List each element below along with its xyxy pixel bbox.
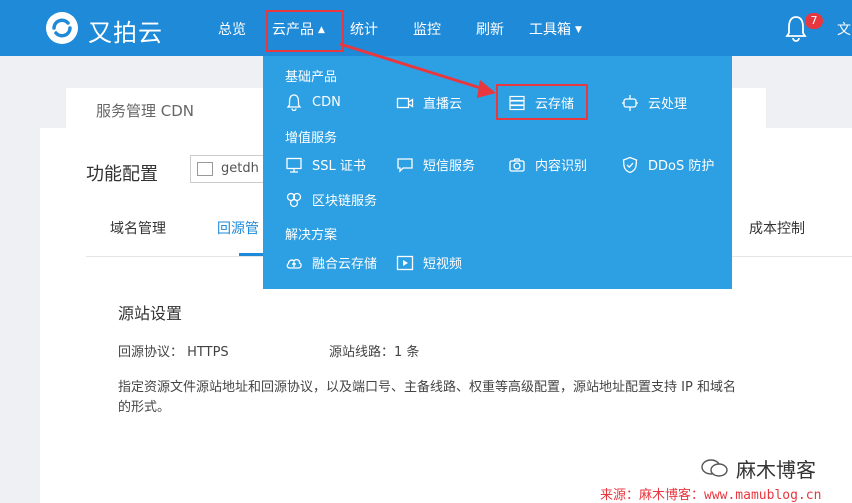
menu-item-label: 直播云 — [423, 97, 463, 112]
watermark-brand: 麻木博客 — [736, 458, 816, 482]
menu-item-cdn[interactable]: CDN — [285, 93, 341, 111]
nav-toolbox-label: 工具箱 — [529, 22, 571, 38]
upyun-logo-icon[interactable] — [44, 10, 80, 46]
protocol-label: 回源协议： — [118, 345, 184, 360]
menu-item-label: 云处理 — [648, 97, 688, 112]
route-value: 1 条 — [394, 345, 420, 360]
processing-icon — [622, 94, 638, 111]
protocol-row: 回源协议： HTTPS — [118, 341, 229, 360]
brand-name[interactable]: 又拍云 — [88, 13, 163, 48]
breadcrumb: 服务管理 CDN — [96, 102, 195, 120]
tab-origin-management[interactable]: 回源管 — [217, 218, 259, 238]
menu-item-short-video[interactable]: 短视频 — [396, 253, 462, 272]
group-title-basic: 基础产品 — [285, 70, 338, 85]
menu-item-label: 区块链服务 — [312, 194, 378, 209]
domain-select-value: getdh — [221, 161, 259, 176]
wechat-icon — [701, 459, 728, 477]
bell-icon — [286, 94, 302, 111]
menu-item-content-recognition[interactable]: 内容识别 — [508, 155, 587, 174]
menu-item-label: 融合云存储 — [312, 257, 378, 272]
menu-item-label: 短视频 — [423, 257, 463, 272]
origin-settings-title: 源站设置 — [118, 304, 183, 323]
watermark-source: 来源：麻木博客：www.mamublog.cn — [600, 488, 822, 503]
menu-item-ddos[interactable]: DDoS 防护 — [621, 155, 714, 174]
message-icon — [397, 157, 413, 173]
highlight-box-cloud-products — [266, 10, 344, 52]
menu-item-live[interactable]: 直播云 — [396, 93, 462, 112]
blockchain-icon — [286, 192, 302, 207]
menu-item-ssl[interactable]: SSL 证书 — [285, 155, 366, 174]
tab-domain-management[interactable]: 域名管理 — [110, 218, 166, 238]
menu-item-blockchain[interactable]: 区块链服务 — [285, 190, 377, 209]
menu-item-label: SSL 证书 — [312, 159, 366, 174]
camera-icon — [509, 157, 525, 172]
menu-item-label: CDN — [312, 94, 341, 110]
nav-toolbox[interactable]: 工具箱 ▼ — [529, 19, 582, 39]
protocol-value: HTTPS — [187, 345, 229, 360]
menu-item-cloud-processing[interactable]: 云处理 — [621, 93, 687, 112]
nav-overview[interactable]: 总览 — [218, 19, 246, 39]
menu-item-hybrid-storage[interactable]: 融合云存储 — [285, 253, 377, 272]
caret-down-icon: ▼ — [575, 25, 582, 35]
nav-refresh[interactable]: 刷新 — [476, 19, 504, 39]
cloud-upload-icon — [286, 258, 302, 269]
top-navigation-bar: 又拍云 总览 云产品 ▲ 统计 监控 刷新 工具箱 ▼ 7 文 — [0, 0, 852, 56]
group-title-solutions: 解决方案 — [285, 228, 338, 243]
domain-icon — [197, 162, 213, 176]
route-row: 源站线路：1 条 — [329, 341, 419, 360]
user-menu[interactable]: 文 — [837, 19, 851, 39]
certificate-icon — [286, 157, 302, 173]
highlight-box-cloud-storage — [496, 84, 588, 120]
route-label: 源站线路： — [329, 345, 395, 360]
tab-cost-control[interactable]: 成本控制 — [749, 218, 805, 238]
shield-icon — [622, 156, 638, 173]
nav-statistics[interactable]: 统计 — [350, 19, 378, 39]
video-camera-icon — [396, 97, 414, 108]
menu-item-label: 内容识别 — [535, 159, 588, 174]
nav-monitoring[interactable]: 监控 — [413, 19, 441, 39]
menu-item-label: DDoS 防护 — [648, 159, 715, 174]
play-icon — [396, 255, 414, 270]
menu-item-sms[interactable]: 短信服务 — [396, 155, 475, 174]
page-title: 功能配置 — [86, 164, 158, 185]
group-title-value-added: 增值服务 — [285, 131, 338, 146]
origin-description: 指定资源文件源站地址和回源协议，以及端口号、主备线路、权重等高级配置，源站地址配… — [118, 380, 736, 415]
menu-item-label: 短信服务 — [423, 159, 476, 174]
notification-badge: 7 — [805, 13, 823, 29]
